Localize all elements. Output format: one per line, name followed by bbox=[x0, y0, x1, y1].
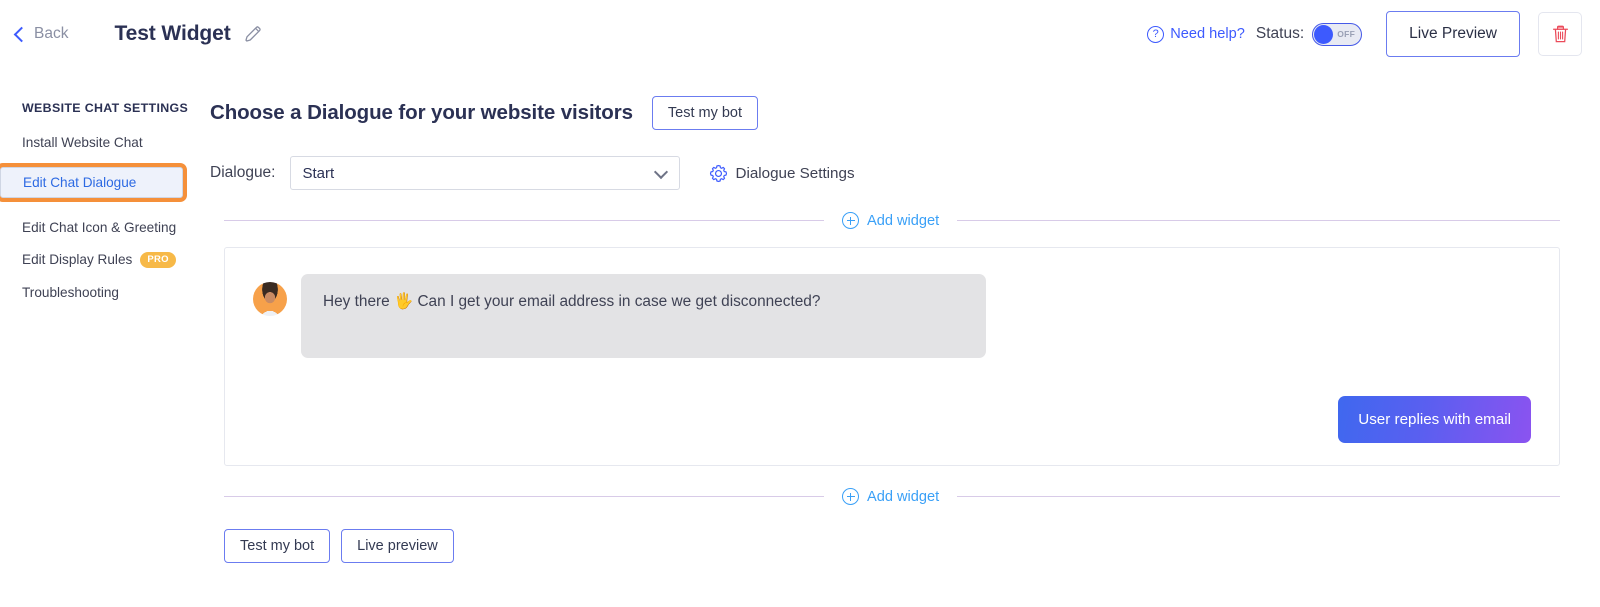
sidebar-item-edit-chat-dialogue[interactable]: Edit Chat Dialogue bbox=[0, 167, 183, 198]
back-button[interactable]: Back bbox=[13, 25, 69, 43]
dialogue-select-wrapper: Start bbox=[289, 156, 680, 190]
footer-actions: Test my bot Live preview bbox=[224, 529, 1560, 563]
add-widget-label: Add widget bbox=[867, 488, 940, 505]
toggle-knob bbox=[1314, 24, 1334, 44]
main-title: Choose a Dialogue for your website visit… bbox=[210, 101, 633, 124]
dialogue-settings-label: Dialogue Settings bbox=[735, 164, 855, 182]
dialogue-settings-button[interactable]: Dialogue Settings bbox=[709, 164, 855, 183]
divider-line-left bbox=[224, 220, 824, 221]
status-toggle[interactable]: OFF bbox=[1312, 22, 1363, 46]
main-content: Choose a Dialogue for your website visit… bbox=[210, 68, 1600, 607]
dialogue-label: Dialogue: bbox=[210, 164, 276, 181]
sidebar-item-label: Edit Display Rules bbox=[22, 252, 133, 268]
chevron-left-icon bbox=[13, 26, 30, 43]
divider-line-left bbox=[224, 496, 824, 497]
sidebar-item-edit-display-rules[interactable]: Edit Display Rules PRO bbox=[22, 252, 210, 268]
user-reply-bubble[interactable]: User replies with email bbox=[1338, 396, 1531, 443]
back-label: Back bbox=[34, 25, 69, 42]
trash-icon bbox=[1552, 25, 1568, 43]
need-help-label: Need help? bbox=[1170, 26, 1245, 42]
bot-message-bubble[interactable]: Hey there 🖐 Can I get your email address… bbox=[301, 274, 986, 358]
bot-message-row: Hey there 🖐 Can I get your email address… bbox=[253, 274, 1531, 358]
main-header: Choose a Dialogue for your website visit… bbox=[210, 96, 1560, 130]
pencil-icon[interactable] bbox=[243, 24, 263, 44]
test-my-bot-button-top[interactable]: Test my bot bbox=[651, 96, 759, 130]
dialogue-select[interactable]: Start bbox=[289, 156, 680, 190]
question-circle-icon: ? bbox=[1147, 25, 1165, 43]
sidebar: WEBSITE CHAT SETTINGS Install Website Ch… bbox=[0, 68, 210, 607]
delete-widget-button[interactable] bbox=[1538, 12, 1582, 56]
add-widget-divider-bottom: Add widget bbox=[224, 488, 1560, 505]
sidebar-item-install-website-chat[interactable]: Install Website Chat bbox=[22, 135, 210, 150]
need-help-link[interactable]: ? Need help? bbox=[1147, 25, 1245, 43]
status-label: Status: bbox=[1255, 25, 1305, 42]
add-widget-divider-top: Add widget bbox=[224, 212, 1560, 229]
plus-circle-icon bbox=[842, 212, 859, 229]
agent-avatar bbox=[253, 282, 287, 316]
add-widget-label: Add widget bbox=[867, 212, 940, 229]
dialogue-selector-row: Dialogue: Start Dialogue Settings bbox=[210, 156, 1560, 190]
add-widget-button-top[interactable]: Add widget bbox=[824, 212, 957, 229]
live-preview-button[interactable]: Live Preview bbox=[1386, 11, 1520, 57]
add-widget-button-bottom[interactable]: Add widget bbox=[824, 488, 957, 505]
sidebar-item-edit-chat-icon-greeting[interactable]: Edit Chat Icon & Greeting bbox=[22, 220, 210, 235]
divider-line-right bbox=[957, 496, 1560, 497]
live-preview-button-bottom[interactable]: Live preview bbox=[341, 529, 454, 563]
sidebar-item-label: Install Website Chat bbox=[22, 135, 143, 150]
divider-line-right bbox=[957, 220, 1560, 221]
plus-circle-icon bbox=[842, 488, 859, 505]
sidebar-item-troubleshooting[interactable]: Troubleshooting bbox=[22, 285, 210, 300]
page-title: Test Widget bbox=[114, 22, 231, 45]
sidebar-item-label: Edit Chat Icon & Greeting bbox=[22, 220, 177, 235]
dialogue-card: Hey there 🖐 Can I get your email address… bbox=[224, 247, 1560, 466]
gear-icon bbox=[709, 164, 727, 182]
toggle-state-label: OFF bbox=[1337, 29, 1356, 39]
app-header: Back Test Widget ? Need help? Status: OF… bbox=[0, 0, 1600, 68]
sidebar-item-label: Troubleshooting bbox=[22, 284, 119, 300]
header-actions: ? Need help? Status: OFF Live Preview bbox=[1147, 0, 1582, 68]
sidebar-item-label: Edit Chat Dialogue bbox=[23, 175, 137, 190]
sidebar-title: WEBSITE CHAT SETTINGS bbox=[22, 101, 189, 115]
test-my-bot-button-bottom[interactable]: Test my bot bbox=[224, 529, 331, 563]
page-body: WEBSITE CHAT SETTINGS Install Website Ch… bbox=[0, 68, 1600, 607]
pro-badge: PRO bbox=[140, 252, 176, 268]
